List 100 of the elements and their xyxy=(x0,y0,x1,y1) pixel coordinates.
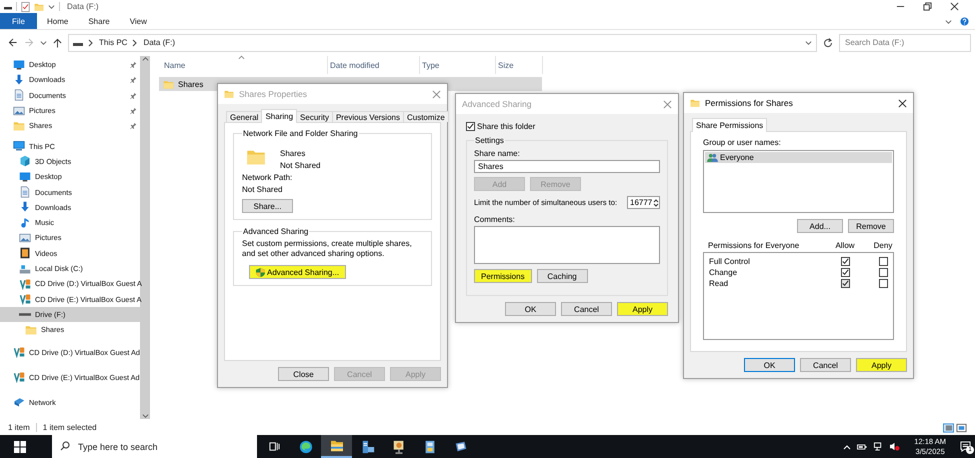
dropdown-icon[interactable] xyxy=(48,3,55,10)
field-label: Comments: xyxy=(474,215,516,224)
checkbox[interactable] xyxy=(878,268,888,277)
refresh-icon[interactable] xyxy=(823,38,833,48)
shield-icon xyxy=(256,268,265,276)
volume-muted-icon[interactable] xyxy=(889,442,900,451)
dialog-button[interactable]: Apply xyxy=(617,302,668,316)
scroll-up-icon[interactable] xyxy=(142,56,148,63)
description: Set custom permissions, create multiple shares, and set other advanced sharing options. xyxy=(242,239,413,259)
checkbox[interactable] xyxy=(840,257,850,266)
large-icons-view-icon[interactable] xyxy=(956,422,967,432)
breadcrumb[interactable]: This PC xyxy=(99,38,128,47)
user-tool-icon[interactable] xyxy=(392,440,406,454)
ribbon-tab[interactable]: Home xyxy=(37,13,78,29)
button[interactable]: Caching xyxy=(536,269,588,283)
breadcrumb[interactable]: Data (F:) xyxy=(143,38,176,47)
back-arrow-icon[interactable] xyxy=(8,38,18,47)
dialog-title: Advanced Sharing xyxy=(462,99,532,109)
dialog-button[interactable]: Apply xyxy=(856,358,907,372)
file-menu-tab[interactable]: File xyxy=(0,13,37,29)
show-hidden-icons-icon[interactable] xyxy=(843,442,852,450)
checkbox[interactable] xyxy=(466,122,475,131)
folder-icon[interactable] xyxy=(330,440,344,452)
close-icon[interactable] xyxy=(950,2,959,11)
address-field[interactable]: This PC Data (F:) xyxy=(68,34,817,52)
column-header[interactable]: Type xyxy=(420,56,496,74)
help-icon[interactable] xyxy=(960,16,969,26)
search-field[interactable]: Search Data (F:) xyxy=(839,34,971,52)
column-header: Allow xyxy=(835,241,855,250)
tab[interactable]: Security xyxy=(296,111,333,122)
tab[interactable]: Previous Versions xyxy=(332,111,404,122)
folder-name: Shares xyxy=(280,149,306,158)
dropdown-icon[interactable] xyxy=(805,39,812,46)
share-status: Not Shared xyxy=(280,161,320,170)
share-name-field[interactable]: Shares xyxy=(474,160,660,173)
dialog-button[interactable]: OK xyxy=(744,358,795,372)
column-header[interactable]: Date modified xyxy=(328,56,420,74)
details-view-icon[interactable] xyxy=(943,422,954,432)
pin-icon xyxy=(130,76,137,84)
ribbon-tab[interactable]: Share xyxy=(78,13,120,29)
task-view-icon[interactable] xyxy=(269,441,280,452)
network-icon[interactable] xyxy=(873,442,884,451)
recent-locations-icon[interactable] xyxy=(40,39,47,46)
button[interactable]: Permissions xyxy=(474,269,532,283)
network-icon xyxy=(13,396,25,408)
group-heading: Advanced Sharing xyxy=(242,227,310,236)
properties-icon[interactable] xyxy=(21,2,30,12)
number-field[interactable]: 16777 xyxy=(627,196,660,209)
comments-field[interactable] xyxy=(474,226,660,264)
drive-icon xyxy=(19,312,31,316)
cabinet-icon[interactable] xyxy=(422,440,436,454)
up-arrow-icon[interactable] xyxy=(53,38,62,48)
browser-icon[interactable] xyxy=(298,440,312,454)
checkbox-label: Share this folder xyxy=(477,122,536,131)
tab[interactable]: General xyxy=(226,111,262,122)
expand-ribbon-icon[interactable] xyxy=(945,18,952,24)
tab[interactable]: Share Permissions xyxy=(692,118,768,132)
monitor-icon xyxy=(19,170,31,183)
advanced-sharing-button[interactable]: Advanced Sharing... xyxy=(249,265,346,279)
tab[interactable]: Sharing xyxy=(261,109,298,123)
server-icon[interactable] xyxy=(360,440,374,454)
close-icon[interactable] xyxy=(898,98,907,108)
share-button[interactable]: Share... xyxy=(242,199,293,213)
list-box[interactable]: Everyone xyxy=(703,150,894,213)
dialog-button[interactable]: Close xyxy=(278,367,329,381)
column-header[interactable]: Size xyxy=(496,56,543,74)
button[interactable]: Add... xyxy=(797,219,843,233)
dialog-button[interactable]: Cancel xyxy=(800,358,851,372)
ribbon-tab[interactable]: View xyxy=(120,13,157,29)
download-arrow-icon xyxy=(19,201,31,214)
checkbox[interactable] xyxy=(878,279,888,288)
scrollbar[interactable] xyxy=(140,56,150,419)
pin-icon xyxy=(130,61,137,68)
restore-icon[interactable] xyxy=(923,2,932,11)
dialog-title: Permissions for Shares xyxy=(705,98,794,108)
status-text: 1 item selected xyxy=(42,423,97,432)
cube-icon xyxy=(19,155,31,168)
checkbox[interactable] xyxy=(840,279,850,288)
notification-icon[interactable] xyxy=(960,441,971,452)
folder-icon xyxy=(34,2,44,12)
dialog-button[interactable]: OK xyxy=(505,302,556,316)
dialog-button[interactable]: Cancel xyxy=(561,302,612,316)
spinner-arrows-icon[interactable] xyxy=(653,198,659,208)
permission-name: Read xyxy=(708,279,730,288)
checkbox[interactable] xyxy=(840,268,850,277)
list-item[interactable]: Everyone xyxy=(705,152,892,163)
network-path: Not Shared xyxy=(242,185,284,194)
pin-icon xyxy=(130,92,137,99)
windows-logo-icon[interactable] xyxy=(14,440,26,452)
battery-icon[interactable] xyxy=(857,442,868,450)
chevron-icon xyxy=(88,38,94,46)
permission-name: Change xyxy=(708,268,738,277)
checkbox[interactable] xyxy=(878,257,888,266)
window-app-icon[interactable] xyxy=(454,440,468,454)
field-label: Share name: xyxy=(474,149,521,158)
scroll-down-icon[interactable] xyxy=(142,412,148,419)
column-header[interactable]: Name xyxy=(162,56,328,74)
tab[interactable]: Customize xyxy=(402,111,449,122)
button[interactable]: Remove xyxy=(848,219,894,233)
taskbar-search-field[interactable]: Type here to search xyxy=(52,435,257,458)
